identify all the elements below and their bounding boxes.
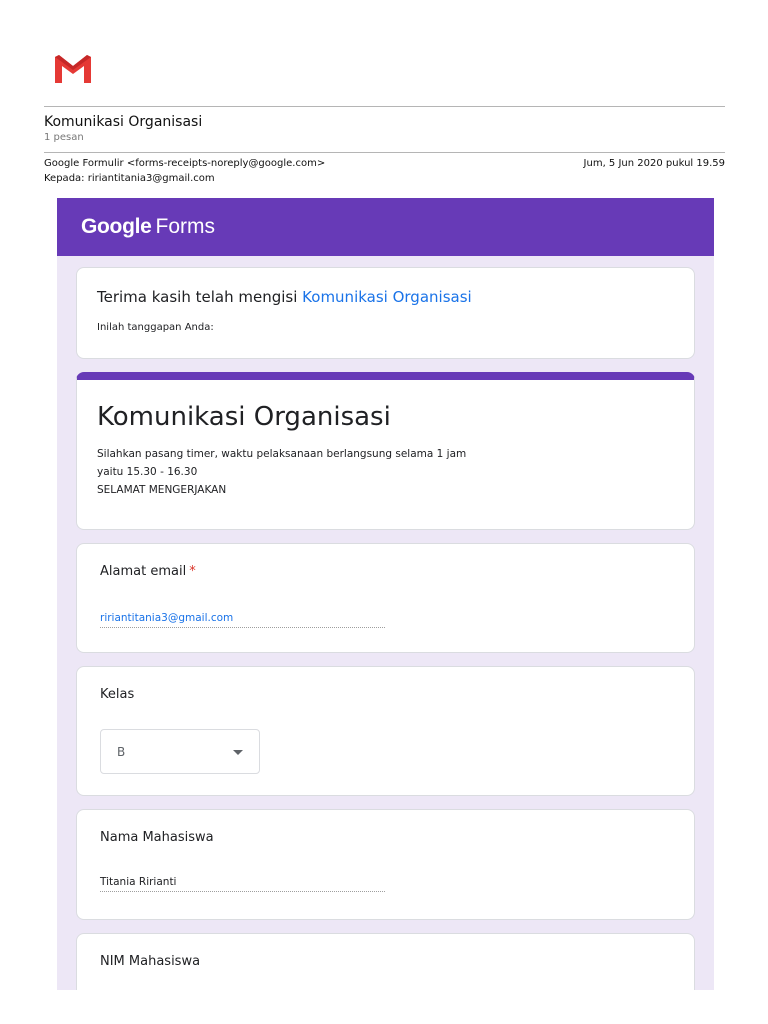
thanks-card: Terima kasih telah mengisi Komunikasi Or… [76, 267, 695, 359]
question-email: Alamat email * ririantitania3@gmail.com [76, 543, 695, 653]
forms-receipt: Google Forms Terima kasih telah mengisi … [57, 198, 714, 990]
subject-divider [44, 152, 725, 153]
sender: Google Formulir <forms-receipts-noreply@… [44, 158, 326, 169]
question-label: Kelas [100, 687, 135, 702]
response-intro: Inilah tanggapan Anda: [97, 322, 214, 333]
question-nama: Nama Mahasiswa Titania Ririanti [76, 809, 695, 920]
description-line: yaitu 15.30 - 16.30 [97, 466, 198, 479]
gmail-icon [55, 55, 91, 83]
question-nim: NIM Mahasiswa [76, 933, 695, 990]
nama-answer: Titania Ririanti [100, 876, 385, 892]
selected-value: B [117, 744, 126, 759]
email-answer[interactable]: ririantitania3@gmail.com [100, 612, 385, 628]
email-date: Jum, 5 Jun 2020 pukul 19.59 [583, 158, 725, 169]
kelas-select[interactable]: B [100, 729, 260, 774]
required-asterisk: * [189, 564, 196, 579]
header-divider [44, 106, 725, 107]
thanks-message: Terima kasih telah mengisi Komunikasi Or… [97, 288, 674, 306]
email-subject: Komunikasi Organisasi [44, 114, 203, 130]
question-kelas: Kelas B [76, 666, 695, 796]
form-title-card: Komunikasi Organisasi Silahkan pasang ti… [76, 372, 695, 530]
arrow-drop-down-icon [233, 750, 243, 755]
form-link[interactable]: Komunikasi Organisasi [302, 288, 472, 306]
question-text: Alamat email [100, 564, 187, 579]
google-logo-text: Google [81, 215, 152, 238]
google-forms-header: Google Forms [57, 198, 714, 256]
question-label: Nama Mahasiswa [100, 830, 214, 845]
description-line: SELAMAT MENGERJAKAN [97, 484, 227, 497]
form-description: Silahkan pasang timer, waktu pelaksanaan… [97, 445, 674, 499]
question-label: Alamat email * [100, 564, 671, 579]
thanks-prefix: Terima kasih telah mengisi [97, 288, 298, 306]
recipient: Kepada: ririantitania3@gmail.com [44, 173, 215, 184]
forms-logo-text: Forms [155, 215, 216, 238]
description-line: Silahkan pasang timer, waktu pelaksanaan… [97, 448, 467, 461]
form-title: Komunikasi Organisasi [97, 402, 391, 432]
message-count: 1 pesan [44, 132, 84, 143]
question-label: NIM Mahasiswa [100, 954, 201, 969]
